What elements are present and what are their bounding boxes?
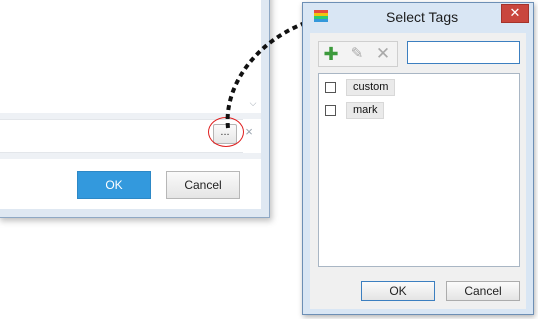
tag-search-input[interactable] — [407, 41, 520, 64]
select-tags-window: Select Tags ✕ ✚ ✎ ✕ custom mark OK Cance… — [302, 2, 534, 315]
plus-icon: ✚ — [323, 44, 339, 64]
tag-label[interactable]: mark — [346, 102, 385, 119]
tags-field — [0, 119, 243, 153]
tag-checkbox[interactable] — [325, 82, 336, 93]
background-dialog-client: ⌵ ... × OK Cancel — [0, 0, 261, 209]
delete-tag-button[interactable]: ✕ — [372, 42, 394, 66]
background-dialog: ⌵ ... × OK Cancel — [0, 0, 270, 218]
title-bar[interactable]: Select Tags ✕ — [303, 3, 533, 29]
browse-tags-button[interactable]: ... — [213, 124, 237, 144]
tags-client-area: ✚ ✎ ✕ custom mark OK Cancel — [310, 33, 526, 309]
add-tag-button[interactable]: ✚ — [320, 42, 342, 66]
cancel-button[interactable]: Cancel — [166, 171, 240, 199]
pencil-icon: ✎ — [350, 45, 364, 62]
row-separator — [0, 153, 261, 159]
window-title: Select Tags — [386, 9, 459, 25]
delete-icon: ✕ — [375, 44, 391, 63]
cancel-button[interactable]: Cancel — [446, 281, 520, 301]
ok-button[interactable]: OK — [77, 171, 151, 199]
tags-app-icon — [314, 10, 328, 22]
tag-checkbox[interactable] — [325, 105, 336, 116]
edit-tag-button[interactable]: ✎ — [346, 42, 368, 66]
ok-button[interactable]: OK — [361, 281, 435, 301]
tag-label[interactable]: custom — [346, 79, 396, 96]
close-icon: ✕ — [509, 5, 521, 20]
chevron-down-icon[interactable]: ⌵ — [247, 97, 259, 109]
close-icon[interactable]: × — [243, 125, 255, 139]
tags-list: custom mark — [318, 73, 520, 267]
close-button[interactable]: ✕ — [501, 4, 529, 23]
